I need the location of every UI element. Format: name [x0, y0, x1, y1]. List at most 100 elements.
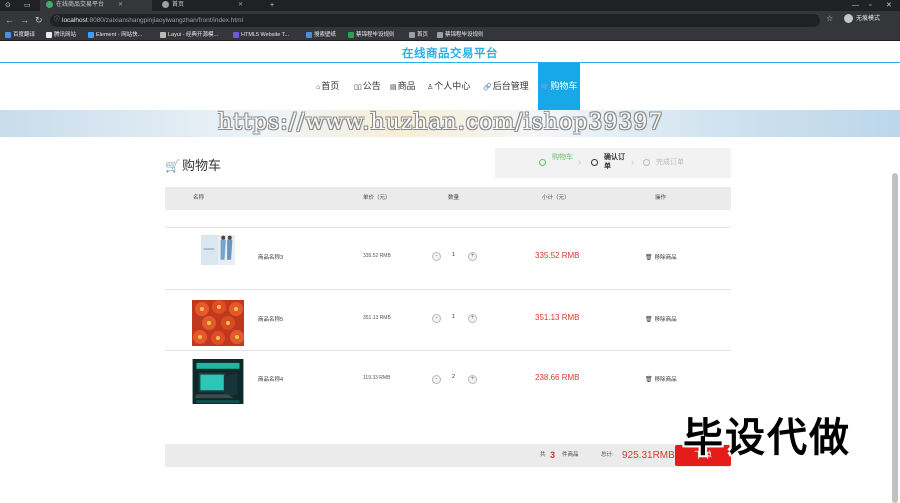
- bookmark-label: 腾讯网站: [54, 32, 77, 38]
- bookmark-star-icon[interactable]: ☆: [826, 14, 833, 23]
- forward-icon[interactable]: →: [20, 14, 29, 26]
- remove-label: 移除商品: [654, 255, 677, 261]
- bookmark-item[interactable]: Element - 网站快...: [88, 29, 142, 41]
- decrease-quantity-button[interactable]: -: [432, 314, 441, 323]
- url-input[interactable]: ⓘ localhost:8080/zaixianshangpinjiaoyiwa…: [50, 14, 820, 27]
- menu-item-products[interactable]: ▤商品: [390, 63, 416, 110]
- new-tab-button[interactable]: +: [270, 0, 274, 11]
- increase-quantity-button[interactable]: +: [468, 314, 477, 323]
- product-name[interactable]: 商品名称3: [258, 253, 283, 261]
- browser-menu-icon[interactable]: ⊙: [5, 0, 11, 11]
- remove-label: 移除商品: [654, 377, 677, 383]
- menu-item-notice[interactable]: ▯▯公告: [354, 63, 381, 110]
- step-check-icon: [539, 159, 546, 166]
- home-icon: ⌂: [316, 84, 321, 91]
- decrease-quantity-button[interactable]: -: [432, 375, 441, 384]
- item-count-prefix: 共: [540, 452, 546, 458]
- bookmark-label: 百度翻译: [13, 32, 36, 38]
- bookmark-label: 首页: [417, 32, 429, 38]
- table-row: 商品名称3 335.52 RMB - 1 + 335.52 RMB 🗑 移除商品: [165, 227, 731, 287]
- notice-icon: ▯▯: [354, 84, 362, 91]
- menu-label: 后台管理: [492, 81, 529, 91]
- trash-icon: 🗑: [645, 317, 653, 323]
- total-label: 总计:: [601, 452, 614, 458]
- menu-label: 首页: [321, 81, 340, 91]
- menu-item-cart[interactable]: 🛒购物车: [538, 63, 580, 110]
- bookmark-icon: [233, 31, 239, 38]
- bookmark-icon: [437, 31, 443, 38]
- step-complete: 完成订单: [656, 159, 684, 166]
- bookmark-item[interactable]: 蔡锦程毕设规则: [437, 29, 484, 41]
- product-thumbnail[interactable]: [192, 298, 244, 348]
- quantity-value[interactable]: 1: [452, 314, 455, 320]
- user-icon: ♙: [427, 84, 434, 91]
- product-name[interactable]: 商品名称4: [258, 375, 283, 383]
- increase-quantity-button[interactable]: +: [468, 375, 477, 384]
- menu-item-profile[interactable]: ♙个人中心: [427, 63, 470, 110]
- browser-tabbar: ⊙ ▭ 在线商品交易平台 ✕ 首页 ✕ + — ▫ ✕: [0, 0, 900, 11]
- remove-item-button[interactable]: 🗑 移除商品: [645, 315, 677, 323]
- tab-title: 首页: [172, 2, 185, 8]
- address-bar: ← → ↻ ⓘ localhost:8080/zaixianshangpinji…: [0, 11, 900, 29]
- decrease-quantity-button[interactable]: -: [432, 252, 441, 261]
- bookmarks-bar: 百度翻译 腾讯网站 Element - 网站快... Layui - 经典开源模…: [0, 29, 900, 41]
- column-action: 操作: [655, 195, 667, 201]
- maximize-button[interactable]: ▫: [869, 0, 871, 11]
- product-name[interactable]: 商品名称5: [258, 315, 283, 323]
- close-window-button[interactable]: ✕: [886, 0, 892, 11]
- bookmark-icon: [46, 31, 52, 38]
- bookmark-item[interactable]: Layui - 经典开源模...: [160, 29, 218, 41]
- close-icon[interactable]: ✕: [118, 2, 123, 8]
- quantity-value[interactable]: 1: [452, 252, 455, 258]
- product-thumbnail[interactable]: [192, 235, 244, 265]
- bookmark-item[interactable]: 首页: [409, 29, 428, 41]
- bookmark-item[interactable]: HTML5 Website T...: [233, 29, 289, 41]
- bookmark-icon: [306, 31, 312, 38]
- product-thumbnail[interactable]: [192, 359, 244, 404]
- reload-icon[interactable]: ↻: [35, 14, 43, 26]
- url-path: :8080/zaixianshangpinjiaoyiwangzhan/fron…: [87, 17, 244, 24]
- cart-heading-text: 购物车: [181, 158, 221, 173]
- bookmark-item[interactable]: 腾讯网站: [46, 29, 76, 41]
- menu-label: 个人中心: [434, 81, 471, 91]
- url-host: localhost: [62, 17, 88, 24]
- bookmark-label: Element - 网站快...: [96, 32, 143, 38]
- order-steps: 购物车 › 确认订单 › 完成订单: [495, 148, 731, 178]
- menu-label: 商品: [397, 81, 416, 91]
- column-subtotal: 小计（元）: [542, 195, 570, 201]
- close-icon[interactable]: ✕: [238, 2, 243, 8]
- minimize-button[interactable]: —: [852, 0, 859, 11]
- chevron-right-icon: ›: [631, 157, 635, 168]
- tab-title: 在线商品交易平台: [56, 2, 105, 8]
- menu-item-home[interactable]: ⌂首页: [316, 63, 339, 110]
- overlay-text: 毕设代做: [683, 416, 851, 460]
- bookmark-label: HTML5 Website T...: [241, 32, 290, 38]
- quantity-value[interactable]: 2: [452, 374, 455, 380]
- page-scrollbar[interactable]: [892, 173, 898, 503]
- tab-active[interactable]: 在线商品交易平台 ✕: [40, 0, 152, 11]
- remove-item-button[interactable]: 🗑 移除商品: [645, 375, 677, 383]
- remove-item-button[interactable]: 🗑 移除商品: [645, 253, 677, 261]
- cart-icon: 🛒: [540, 84, 550, 91]
- menu-item-admin[interactable]: 🔗后台管理: [483, 63, 529, 110]
- site-title: 在线商品交易平台: [402, 48, 498, 60]
- bookmark-item[interactable]: 蔡锦程毕设规则: [348, 29, 395, 41]
- profile-button[interactable]: 无痕模式: [844, 14, 880, 24]
- bookmark-icon: [160, 31, 166, 38]
- increase-quantity-button[interactable]: +: [468, 252, 477, 261]
- bookmark-icon: [88, 31, 94, 38]
- cart-icon: 🛒: [165, 159, 180, 173]
- tab-search-icon[interactable]: ▭: [24, 0, 31, 11]
- bookmark-icon: [5, 31, 11, 38]
- bookmark-item[interactable]: 百度翻译: [5, 29, 35, 41]
- trash-icon: 🗑: [645, 255, 653, 261]
- column-name: 名称: [193, 195, 205, 201]
- unit-price: 351.13 RMB: [363, 315, 391, 321]
- globe-icon: [162, 0, 169, 8]
- back-icon[interactable]: ←: [5, 14, 14, 26]
- column-price: 单价（元）: [363, 195, 391, 201]
- bookmark-item[interactable]: 搜索壁纸: [306, 29, 336, 41]
- tab-home[interactable]: 首页 ✕: [156, 0, 256, 11]
- item-count: 3: [550, 450, 556, 460]
- column-quantity: 数量: [448, 195, 460, 201]
